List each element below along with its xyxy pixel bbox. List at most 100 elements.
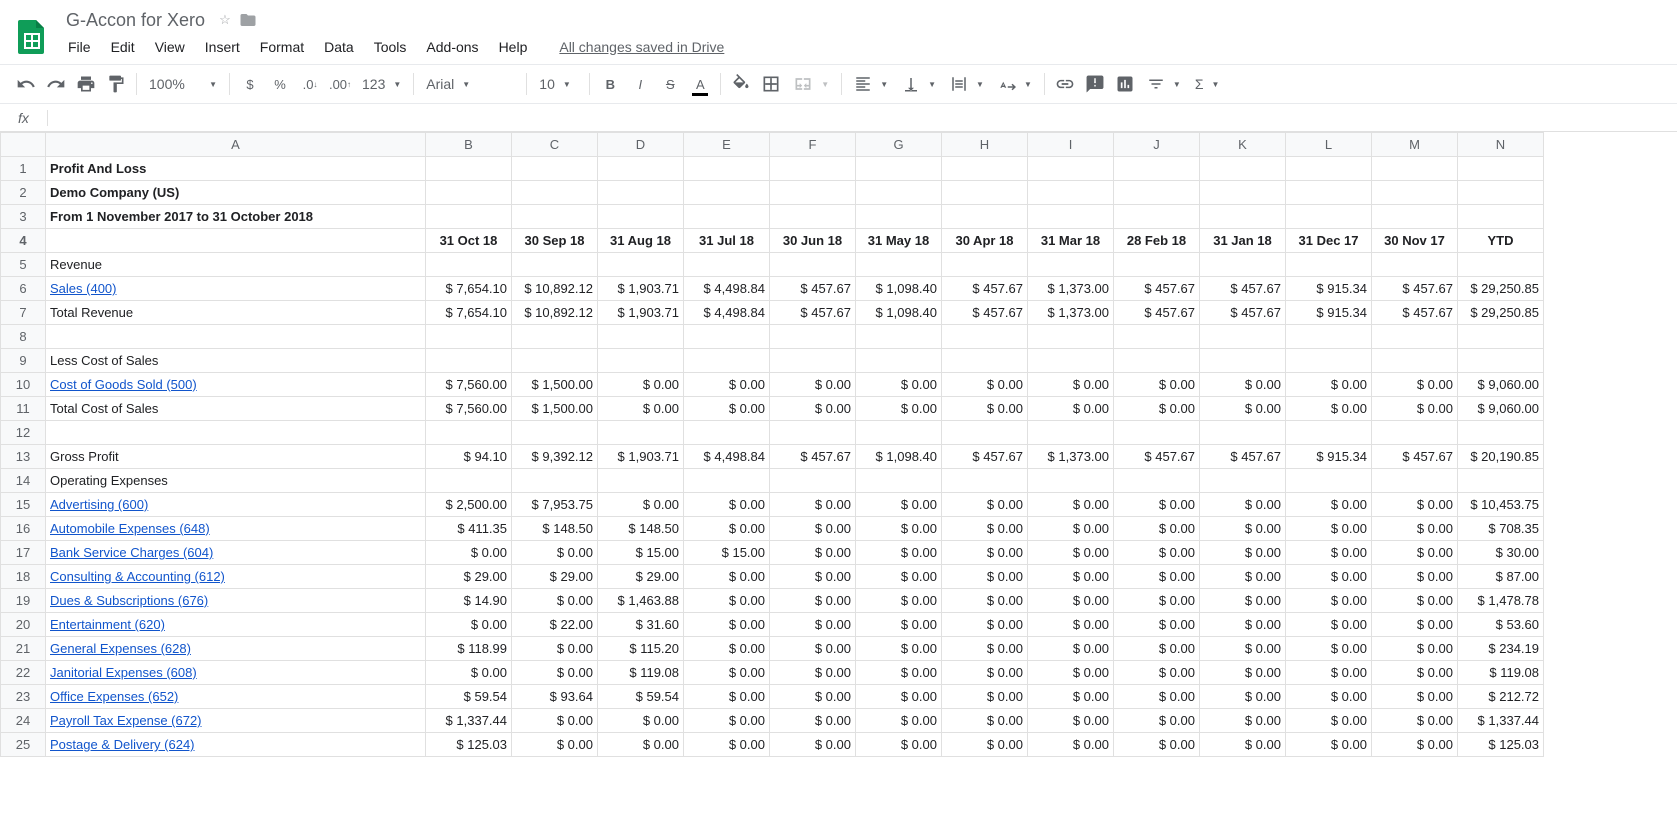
cell-M14[interactable] [1372,469,1458,493]
cell-A9[interactable]: Less Cost of Sales [46,349,426,373]
cell-C23[interactable]: $ 93.64 [512,685,598,709]
cell-L10[interactable]: $ 0.00 [1286,373,1372,397]
cell-I23[interactable]: $ 0.00 [1028,685,1114,709]
cell-M21[interactable]: $ 0.00 [1372,637,1458,661]
cell-G24[interactable]: $ 0.00 [856,709,942,733]
row-header-17[interactable]: 17 [1,541,46,565]
cell-K3[interactable] [1200,205,1286,229]
cell-B21[interactable]: $ 118.99 [426,637,512,661]
menu-item-view[interactable]: View [147,35,193,59]
cell-L6[interactable]: $ 915.34 [1286,277,1372,301]
cell-K16[interactable]: $ 0.00 [1200,517,1286,541]
cell-I8[interactable] [1028,325,1114,349]
cell-I17[interactable]: $ 0.00 [1028,541,1114,565]
cell-J19[interactable]: $ 0.00 [1114,589,1200,613]
column-header-N[interactable]: N [1458,133,1544,157]
cell-D18[interactable]: $ 29.00 [598,565,684,589]
cell-L19[interactable]: $ 0.00 [1286,589,1372,613]
cell-C6[interactable]: $ 10,892.12 [512,277,598,301]
cell-A21[interactable]: General Expenses (628) [46,637,426,661]
cell-L16[interactable]: $ 0.00 [1286,517,1372,541]
cell-N4[interactable]: YTD [1458,229,1544,253]
cell-M1[interactable] [1372,157,1458,181]
column-header-G[interactable]: G [856,133,942,157]
cell-I25[interactable]: $ 0.00 [1028,733,1114,757]
cell-B7[interactable]: $ 7,654.10 [426,301,512,325]
cell-C12[interactable] [512,421,598,445]
bold-button[interactable]: B [596,70,624,98]
menu-item-file[interactable]: File [60,35,99,59]
cell-B9[interactable] [426,349,512,373]
cell-C3[interactable] [512,205,598,229]
cell-B13[interactable]: $ 94.10 [426,445,512,469]
cell-C1[interactable] [512,157,598,181]
cell-L7[interactable]: $ 915.34 [1286,301,1372,325]
row-header-11[interactable]: 11 [1,397,46,421]
cell-M25[interactable]: $ 0.00 [1372,733,1458,757]
cell-C11[interactable]: $ 1,500.00 [512,397,598,421]
cell-M2[interactable] [1372,181,1458,205]
cell-C17[interactable]: $ 0.00 [512,541,598,565]
cell-E7[interactable]: $ 4,498.84 [684,301,770,325]
cell-F1[interactable] [770,157,856,181]
cell-K5[interactable] [1200,253,1286,277]
cell-G6[interactable]: $ 1,098.40 [856,277,942,301]
cell-G13[interactable]: $ 1,098.40 [856,445,942,469]
cell-J23[interactable]: $ 0.00 [1114,685,1200,709]
cell-B15[interactable]: $ 2,500.00 [426,493,512,517]
cell-K9[interactable] [1200,349,1286,373]
cell-E20[interactable]: $ 0.00 [684,613,770,637]
cell-N12[interactable] [1458,421,1544,445]
cell-G23[interactable]: $ 0.00 [856,685,942,709]
cell-H20[interactable]: $ 0.00 [942,613,1028,637]
cell-D2[interactable] [598,181,684,205]
cell-A1[interactable]: Profit And Loss [46,157,426,181]
cell-N10[interactable]: $ 9,060.00 [1458,373,1544,397]
cell-N11[interactable]: $ 9,060.00 [1458,397,1544,421]
cell-D6[interactable]: $ 1,903.71 [598,277,684,301]
cell-D5[interactable] [598,253,684,277]
cell-E17[interactable]: $ 15.00 [684,541,770,565]
cell-F15[interactable]: $ 0.00 [770,493,856,517]
cell-F4[interactable]: 30 Jun 18 [770,229,856,253]
cell-B20[interactable]: $ 0.00 [426,613,512,637]
cell-A19[interactable]: Dues & Subscriptions (676) [46,589,426,613]
cell-F21[interactable]: $ 0.00 [770,637,856,661]
cell-M3[interactable] [1372,205,1458,229]
row-header-10[interactable]: 10 [1,373,46,397]
cell-L12[interactable] [1286,421,1372,445]
cell-M22[interactable]: $ 0.00 [1372,661,1458,685]
cell-L9[interactable] [1286,349,1372,373]
menu-item-data[interactable]: Data [316,35,362,59]
cell-B8[interactable] [426,325,512,349]
cell-G21[interactable]: $ 0.00 [856,637,942,661]
cell-G17[interactable]: $ 0.00 [856,541,942,565]
cell-E9[interactable] [684,349,770,373]
cell-B17[interactable]: $ 0.00 [426,541,512,565]
cell-D21[interactable]: $ 115.20 [598,637,684,661]
cell-G10[interactable]: $ 0.00 [856,373,942,397]
cell-N9[interactable] [1458,349,1544,373]
column-header-C[interactable]: C [512,133,598,157]
cell-J9[interactable] [1114,349,1200,373]
cell-D23[interactable]: $ 59.54 [598,685,684,709]
cell-L8[interactable] [1286,325,1372,349]
cell-N1[interactable] [1458,157,1544,181]
text-rotation-button[interactable]: ▼ [992,70,1038,98]
menu-item-format[interactable]: Format [252,35,312,59]
cell-A22[interactable]: Janitorial Expenses (608) [46,661,426,685]
more-formats-select[interactable]: 123▼ [356,70,407,98]
cell-A2[interactable]: Demo Company (US) [46,181,426,205]
cell-J25[interactable]: $ 0.00 [1114,733,1200,757]
cell-G14[interactable] [856,469,942,493]
cell-G15[interactable]: $ 0.00 [856,493,942,517]
row-header-6[interactable]: 6 [1,277,46,301]
cell-H10[interactable]: $ 0.00 [942,373,1028,397]
cell-F3[interactable] [770,205,856,229]
cell-K21[interactable]: $ 0.00 [1200,637,1286,661]
cell-M11[interactable]: $ 0.00 [1372,397,1458,421]
row-header-24[interactable]: 24 [1,709,46,733]
cell-J1[interactable] [1114,157,1200,181]
cell-J21[interactable]: $ 0.00 [1114,637,1200,661]
cell-K20[interactable]: $ 0.00 [1200,613,1286,637]
